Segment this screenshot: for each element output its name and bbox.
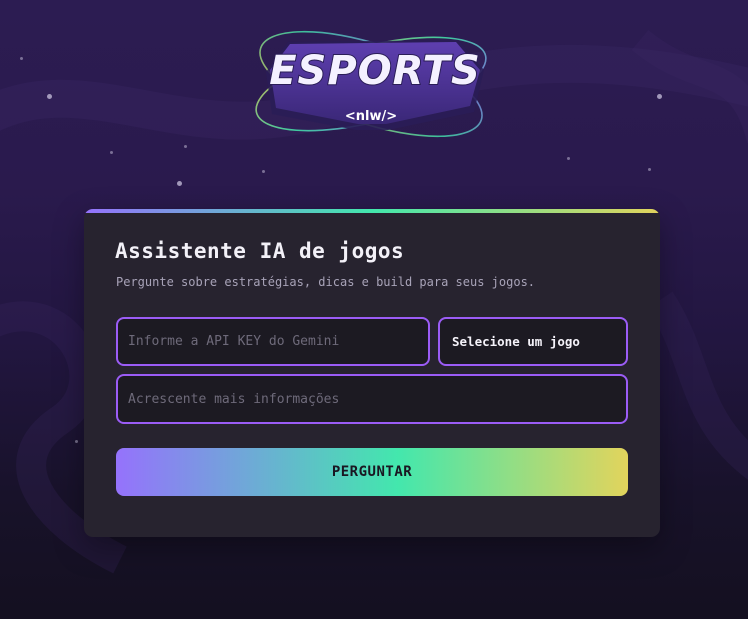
- api-key-input[interactable]: [116, 317, 430, 366]
- star-decoration: [184, 145, 187, 148]
- game-select[interactable]: Selecione um jogo: [438, 317, 628, 366]
- esports-logo: ESPORTS <nlw/>: [255, 30, 487, 138]
- star-decoration: [20, 57, 23, 60]
- star-decoration: [657, 94, 662, 99]
- logo-subtitle: <nlw/>: [345, 109, 397, 124]
- card-title: Assistente IA de jogos: [115, 239, 405, 263]
- game-select-value: Selecione um jogo: [452, 334, 580, 349]
- additional-info-input[interactable]: [116, 374, 628, 424]
- star-decoration: [110, 151, 113, 154]
- card-gradient-line: [84, 209, 660, 213]
- star-decoration: [648, 168, 651, 171]
- ask-button[interactable]: PERGUNTAR: [116, 448, 628, 496]
- logo-title: ESPORTS: [269, 48, 481, 94]
- card-subtitle: Pergunte sobre estratégias, dicas e buil…: [116, 275, 536, 289]
- star-decoration: [47, 94, 52, 99]
- star-decoration: [75, 440, 78, 443]
- assistant-card: Assistente IA de jogos Pergunte sobre es…: [84, 209, 660, 537]
- star-decoration: [262, 170, 265, 173]
- star-decoration: [567, 157, 570, 160]
- star-decoration: [177, 181, 182, 186]
